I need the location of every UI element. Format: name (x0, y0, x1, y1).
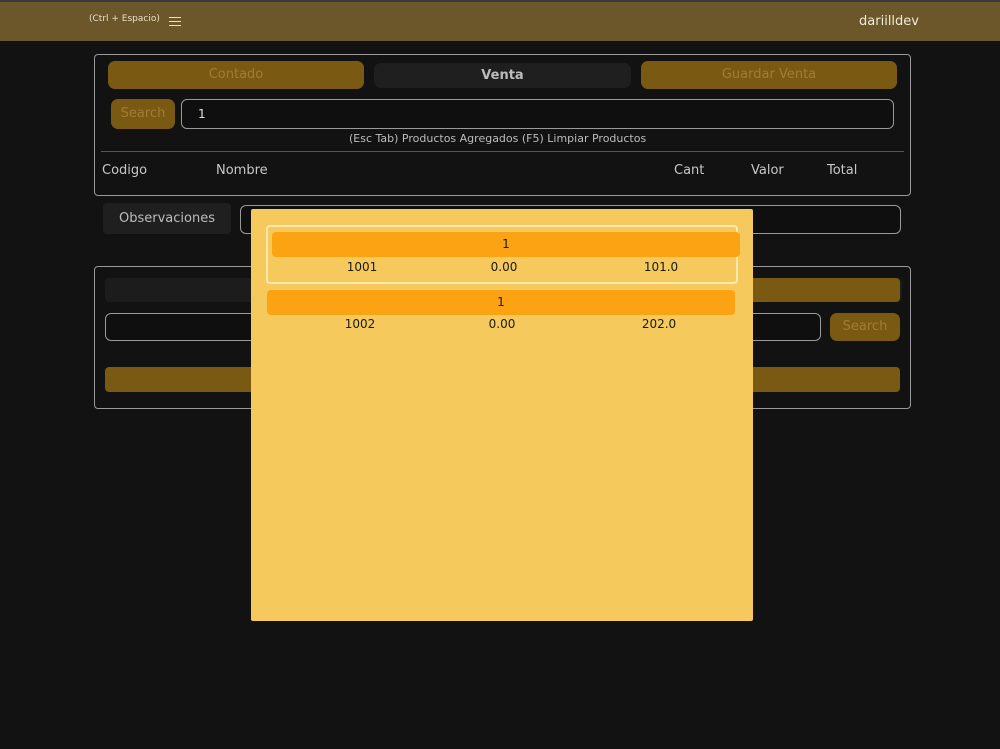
search-button[interactable]: Search (111, 99, 175, 129)
result-name: 1 (267, 290, 735, 315)
guardar-venta-button[interactable]: Guardar Venta (641, 61, 897, 89)
column-header-valor: Valor (751, 163, 784, 178)
search-input[interactable]: 1 (181, 99, 894, 129)
result-price: 101.0 (643, 260, 679, 274)
top-bar: (Ctrl + Espacio) dariilldev (0, 0, 1000, 41)
column-header-cant: Cant (674, 163, 705, 178)
observaciones-button[interactable]: Observaciones (103, 203, 231, 234)
result-code: 1001 (346, 260, 378, 274)
contado-button[interactable]: Contado (108, 61, 364, 89)
product-search-results-modal: 1 1001 0.00 101.0 1 1002 0.00 202.0 (251, 209, 753, 621)
result-item[interactable]: 1 1001 0.00 101.0 (266, 225, 740, 284)
venta-button[interactable]: Venta (374, 63, 631, 88)
divider (101, 151, 904, 152)
menu-icon[interactable] (169, 17, 181, 27)
shortcut-hint: (Ctrl + Espacio) (89, 14, 160, 24)
result-qty: 0.00 (490, 260, 518, 274)
user-name[interactable]: dariilldev (859, 14, 919, 29)
shortcut-help-text: (Esc Tab) Productos Agregados (F5) Limpi… (349, 132, 647, 145)
sale-panel: Contado Venta Guardar Venta Search 1 (Es… (94, 54, 911, 196)
column-header-total: Total (827, 163, 858, 178)
column-header-nombre: Nombre (216, 163, 268, 178)
result-qty: 0.00 (488, 317, 516, 331)
column-header-codigo: Codigo (102, 163, 148, 178)
result-item[interactable]: 1 1002 0.00 202.0 (266, 289, 738, 339)
client-search-button[interactable]: Search (830, 313, 900, 341)
result-name: 1 (272, 232, 740, 257)
result-price: 202.0 (641, 317, 677, 331)
result-code: 1002 (344, 317, 376, 331)
